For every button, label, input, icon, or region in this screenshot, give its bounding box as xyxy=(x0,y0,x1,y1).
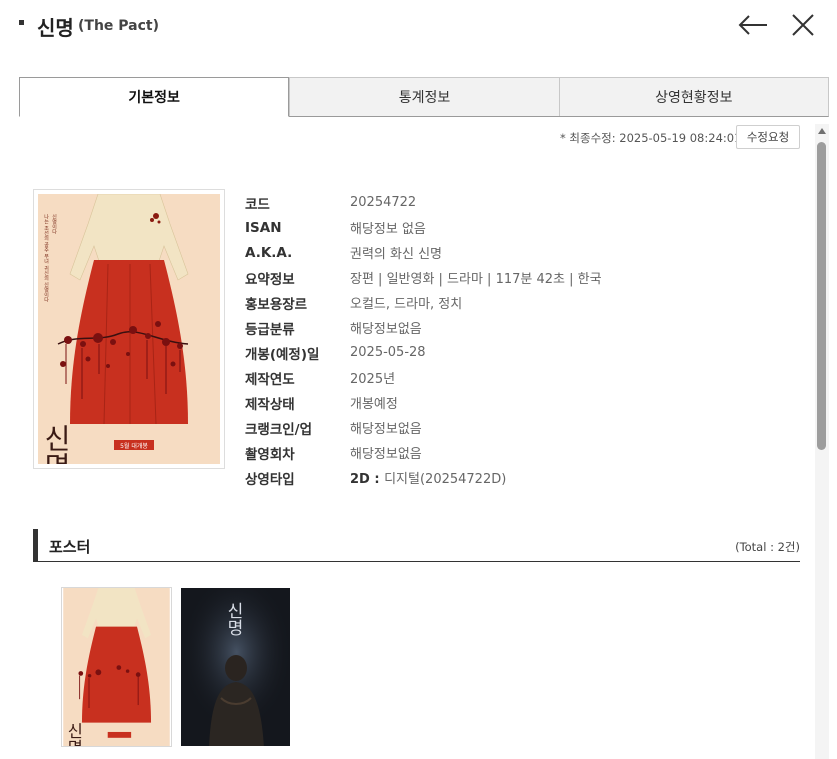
movie-title: 신명 xyxy=(37,16,74,40)
info-row-promo-genre: 홍보용장르 오컬드, 드라마, 정치 xyxy=(245,290,602,315)
info-value: 해당정보없음 xyxy=(350,447,422,462)
info-value: 해당정보 없음 xyxy=(350,222,426,237)
info-value: 2025-05-28 xyxy=(350,345,426,360)
tab-screening-status[interactable]: 상영현황정보 xyxy=(558,78,828,116)
header: 신명 (The Pact) xyxy=(0,0,837,60)
poster-title: 신명 xyxy=(40,424,73,464)
arrow-left-icon xyxy=(738,15,767,35)
close-icon xyxy=(792,14,814,36)
info-label: 크랭크인/업 xyxy=(245,421,313,438)
main-poster[interactable]: 나는 조선의 공주 무녀 귀신의 신명이다 신명이다 신명 5월 대개봉 xyxy=(33,189,225,480)
info-label: A.K.A. xyxy=(245,244,293,261)
back-button[interactable] xyxy=(736,10,770,40)
poster-thumbnail-image: 신명 xyxy=(63,588,170,746)
info-row-crank: 크랭크인/업 해당정보없음 xyxy=(245,415,602,440)
info-label: 상영타입 xyxy=(245,471,295,488)
info-row-isan: ISAN 해당정보 없음 xyxy=(245,215,602,240)
info-row-shooting-sessions: 촬영회차 해당정보없음 xyxy=(245,440,602,465)
info-row-aka: A.K.A. 권력의 화신 신명 xyxy=(245,240,602,265)
tab-statistics[interactable]: 통계정보 xyxy=(289,78,559,116)
info-value: 20254722 xyxy=(350,195,417,210)
info-row-production-year: 제작연도 2025년 xyxy=(245,365,602,390)
tab-basic-info[interactable]: 기본정보 xyxy=(19,77,290,117)
section-bar xyxy=(33,529,38,561)
poster-section-header: 포스터 (Total : 2건) xyxy=(33,529,800,562)
info-row-release-date: 개봉(예정)일 2025-05-28 xyxy=(245,340,602,365)
info-row-production-status: 제작상태 개봉예정 xyxy=(245,390,602,415)
info-label: 홍보용장르 xyxy=(245,296,308,313)
info-value: 장편 | 일반영화 | 드라마 | 117분 42초 | 한국 xyxy=(350,272,602,287)
info-value: 해당정보없음 xyxy=(350,322,422,337)
scrollbar[interactable] xyxy=(815,124,829,759)
content-area: * 최종수정: 2025-05-19 08:24:01 수정요청 나는 조선의 … xyxy=(0,118,815,759)
info-label: 제작연도 xyxy=(245,371,295,388)
info-label: 제작상태 xyxy=(245,396,295,413)
info-label: 촬영회차 xyxy=(245,446,295,463)
info-label: 개봉(예정)일 xyxy=(245,346,320,363)
info-label: 코드 xyxy=(245,196,270,213)
info-value: 2025년 xyxy=(350,372,396,387)
basic-info-table: 코드 20254722 ISAN 해당정보 없음 A.K.A. 권력의 화신 신… xyxy=(245,190,602,490)
screening-type-detail: 디지털(20254722D) xyxy=(384,472,507,487)
info-row-code: 코드 20254722 xyxy=(245,190,602,215)
info-label: 등급분류 xyxy=(245,321,295,338)
info-value: 권력의 화신 신명 xyxy=(350,247,442,262)
info-value: 개봉예정 xyxy=(350,397,398,412)
poster-image: 나는 조선의 공주 무녀 귀신의 신명이다 신명이다 신명 5월 대개봉 xyxy=(38,193,220,480)
edit-request-button[interactable]: 수정요청 xyxy=(736,125,800,149)
poster-thumbnail-image-dark: 신명 xyxy=(181,588,290,746)
tab-bar: 기본정보 통계정보 상영현황정보 xyxy=(19,77,829,117)
poster-total-count: (Total : 2건) xyxy=(735,540,800,554)
poster-tagline: 나는 조선의 공주 무녀 귀신의 신명이다 xyxy=(43,213,49,303)
title-bullet xyxy=(19,20,24,25)
info-row-rating: 등급분류 해당정보없음 xyxy=(245,315,602,340)
info-value: 오컬드, 드라마, 정치 xyxy=(350,297,463,312)
poster-thumbnail[interactable]: 신명 xyxy=(180,587,291,747)
info-value: 해당정보없음 xyxy=(350,422,422,437)
info-row-screening-type: 상영타입 2D : 디지털(20254722D) xyxy=(245,465,602,490)
last-modified: * 최종수정: 2025-05-19 08:24:01 xyxy=(560,131,742,145)
poster-thumbnail[interactable]: 신명 xyxy=(61,587,172,747)
scroll-thumb[interactable] xyxy=(817,142,826,450)
scroll-up-arrow-icon[interactable] xyxy=(818,128,826,134)
movie-english-title: (The Pact) xyxy=(78,18,160,34)
poster-section-title: 포스터 xyxy=(49,538,91,556)
svg-text:신명: 신명 xyxy=(64,723,83,746)
info-label: ISAN xyxy=(245,219,282,236)
close-button[interactable] xyxy=(786,10,820,40)
info-row-summary: 요약정보 장편 | 일반영화 | 드라마 | 117분 42초 | 한국 xyxy=(245,265,602,290)
poster-release-banner: 5월 대개봉 xyxy=(120,442,148,450)
info-value: 2D : 디지털(20254722D) xyxy=(350,468,506,487)
svg-text:신명: 신명 xyxy=(223,602,243,636)
svg-text:신명이다: 신명이다 xyxy=(51,213,57,235)
screening-type-format: 2D : xyxy=(350,472,385,487)
info-label: 요약정보 xyxy=(245,271,295,288)
